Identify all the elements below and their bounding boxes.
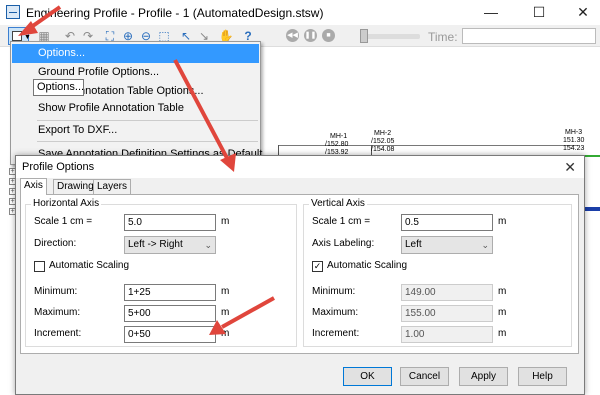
dialog-title-bar: Profile Options ✕ (16, 156, 584, 178)
menu-item-export-dxf[interactable]: Export To DXF... (12, 121, 259, 140)
station-label: MH-1 (330, 133, 348, 140)
axis-labeling-label: Axis Labeling: (312, 238, 375, 249)
station-value: /152.05 (371, 138, 395, 145)
station-label: MH-3 (565, 129, 583, 136)
apply-button[interactable]: Apply (459, 367, 508, 386)
horizontal-axis-group: Horizontal Axis Scale 1 cm = 5.0 m Direc… (25, 198, 297, 347)
profile-options-dialog: Profile Options ✕ Axis Drawing Layers Ho… (15, 155, 585, 395)
rewind-icon[interactable]: ◀◀ (286, 29, 299, 42)
chevron-down-icon: ⌄ (481, 240, 489, 250)
direction-value: Left -> Right (128, 239, 183, 250)
chevron-down-icon: ⌄ (204, 240, 212, 250)
station-label: MH-2 (374, 130, 392, 137)
station-value: 151.30 (563, 137, 585, 144)
h-maximum-label: Maximum: (34, 307, 81, 318)
h-scale-label: Scale 1 cm = (34, 216, 93, 227)
h-minimum-field[interactable]: 1+25 (124, 284, 216, 301)
ok-button[interactable]: OK (343, 367, 392, 386)
options-dropdown-menu: Options... Ground Profile Options... Pro… (10, 41, 262, 165)
menu-item-show-annotation-table[interactable]: Show Profile Annotation Table (12, 99, 259, 118)
axis-labeling-value: Left (405, 239, 422, 250)
options-menu-icon (12, 31, 22, 41)
h-minimum-unit: m (221, 286, 230, 297)
app-icon (6, 5, 20, 19)
tab-axis[interactable]: Axis (20, 178, 47, 195)
v-increment-field[interactable]: 1.00 (401, 326, 493, 343)
vertical-axis-title: Vertical Axis (309, 198, 367, 209)
h-maximum-unit: m (221, 307, 230, 318)
time-field[interactable] (462, 28, 596, 44)
h-increment-label: Increment: (34, 328, 82, 339)
axis-tab-panel: Horizontal Axis Scale 1 cm = 5.0 m Direc… (20, 194, 579, 354)
station-value: /152.80 (325, 141, 349, 148)
station-value: 154.23 (563, 145, 585, 152)
vertical-axis-group: Vertical Axis Scale 1 cm = 0.5 m Axis La… (303, 198, 572, 347)
v-increment-unit: m (498, 328, 507, 339)
tab-drawing[interactable]: Drawing (53, 179, 98, 194)
h-scale-field[interactable]: 5.0 (124, 214, 216, 231)
pause-icon[interactable]: ❚❚ (304, 29, 317, 42)
dialog-close-button[interactable]: ✕ (564, 158, 576, 176)
help-button[interactable]: Help (518, 367, 567, 386)
time-slider-handle[interactable] (360, 29, 368, 43)
maximize-button[interactable]: ☐ (522, 2, 556, 22)
axis-labeling-select[interactable]: Left ⌄ (401, 236, 493, 254)
window-title: Engineering Profile - Profile - 1 (Autom… (26, 6, 324, 20)
v-maximum-label: Maximum: (312, 307, 359, 318)
minimize-button[interactable]: — (474, 2, 508, 22)
h-scale-unit: m (221, 216, 230, 227)
station-value: /154.08 (371, 146, 395, 153)
stop-icon[interactable]: ■ (322, 29, 335, 42)
tab-layers[interactable]: Layers (93, 179, 132, 194)
v-increment-label: Increment: (312, 328, 360, 339)
title-bar: Engineering Profile - Profile - 1 (Autom… (0, 0, 600, 25)
profile-axis-line (278, 145, 578, 146)
tooltip: Options... (33, 79, 84, 96)
direction-select[interactable]: Left -> Right ⌄ (124, 236, 216, 254)
horizontal-axis-title: Horizontal Axis (31, 198, 102, 209)
time-label: Time: (428, 30, 458, 44)
v-maximum-field[interactable]: 155.00 (401, 305, 493, 322)
v-automatic-scaling-checkbox[interactable]: ✓ (312, 261, 323, 272)
v-minimum-unit: m (498, 286, 507, 297)
v-minimum-label: Minimum: (312, 286, 356, 297)
h-minimum-label: Minimum: (34, 286, 78, 297)
v-scale-field[interactable]: 0.5 (401, 214, 493, 231)
v-automatic-scaling-label: Automatic Scaling (327, 260, 408, 271)
direction-label: Direction: (34, 238, 77, 249)
close-button[interactable]: ✕ (566, 2, 600, 22)
v-maximum-unit: m (498, 307, 507, 318)
cancel-button[interactable]: Cancel (400, 367, 449, 386)
v-minimum-field[interactable]: 149.00 (401, 284, 493, 301)
h-automatic-scaling-checkbox[interactable] (34, 261, 45, 272)
h-automatic-scaling-label: Automatic Scaling (49, 260, 130, 271)
v-scale-label: Scale 1 cm = (312, 216, 371, 227)
h-increment-unit: m (221, 328, 230, 339)
chevron-down-icon: ▼ (24, 34, 31, 41)
time-slider-track[interactable] (365, 34, 420, 39)
v-scale-unit: m (498, 216, 507, 227)
h-maximum-field[interactable]: 5+00 (124, 305, 216, 322)
menu-separator (37, 141, 258, 142)
h-increment-field[interactable]: 0+50 (124, 326, 216, 343)
dialog-title: Profile Options (22, 161, 95, 173)
menu-item-options[interactable]: Options... (12, 44, 259, 63)
